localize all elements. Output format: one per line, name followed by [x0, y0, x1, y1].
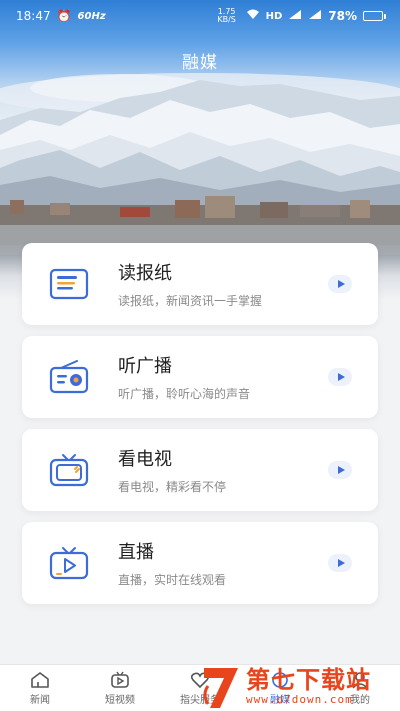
tv-icon	[47, 450, 91, 490]
card-title: 听广播	[118, 356, 172, 377]
signal-icon	[288, 9, 302, 23]
network-speed: 1.75 KB/S	[217, 7, 236, 24]
play-button[interactable]	[328, 368, 352, 386]
radio-icon	[47, 357, 91, 397]
play-button[interactable]	[328, 275, 352, 293]
battery-icon	[363, 11, 386, 21]
card-title: 直播	[118, 542, 154, 563]
tab-short-video[interactable]: 短视频	[80, 665, 160, 711]
card-newspaper[interactable]: 读报纸 读报纸，新闻资讯一手掌握	[22, 243, 378, 325]
card-live[interactable]: 直播 直播，实时在线观看	[22, 522, 378, 604]
wifi-icon	[246, 9, 260, 23]
card-subtitle: 看电视，精彩看不停	[118, 480, 227, 494]
page-title: 融媒	[182, 53, 218, 73]
watermark-logo-icon	[203, 667, 238, 708]
tab-news[interactable]: 新闻	[0, 665, 80, 711]
home-icon	[31, 671, 49, 688]
watermark-url: www.d7down.com	[246, 693, 353, 706]
card-title: 读报纸	[118, 263, 172, 284]
card-subtitle: 听广播，聆听心海的声音	[118, 387, 251, 401]
signal-icon-2	[308, 9, 322, 23]
watermark-name: 第七下载站	[246, 666, 371, 694]
refresh-rate: 60Hz	[77, 10, 106, 22]
site-watermark: 第七下载站 www.d7down.com	[198, 662, 400, 711]
alarm-icon: ⏰	[56, 9, 72, 23]
play-button[interactable]	[328, 461, 352, 479]
play-button[interactable]	[328, 554, 352, 572]
newspaper-icon	[47, 264, 91, 304]
tab-label: 短视频	[105, 694, 135, 706]
live-icon	[47, 543, 91, 583]
card-subtitle: 直播，实时在线观看	[118, 573, 227, 587]
tab-label: 新闻	[30, 694, 50, 706]
battery-percent: 78%	[328, 9, 357, 23]
network-type: HD	[265, 10, 283, 22]
status-bar: 18:47 ⏰ 60Hz 1.75 KB/S HD 78%	[0, 0, 400, 32]
clock: 18:47	[16, 9, 51, 23]
card-title: 看电视	[118, 449, 172, 470]
video-icon	[111, 671, 129, 688]
card-radio[interactable]: 听广播 听广播，聆听心海的声音	[22, 336, 378, 418]
card-subtitle: 读报纸，新闻资讯一手掌握	[118, 294, 263, 308]
card-tv[interactable]: 看电视 看电视，精彩看不停	[22, 429, 378, 511]
